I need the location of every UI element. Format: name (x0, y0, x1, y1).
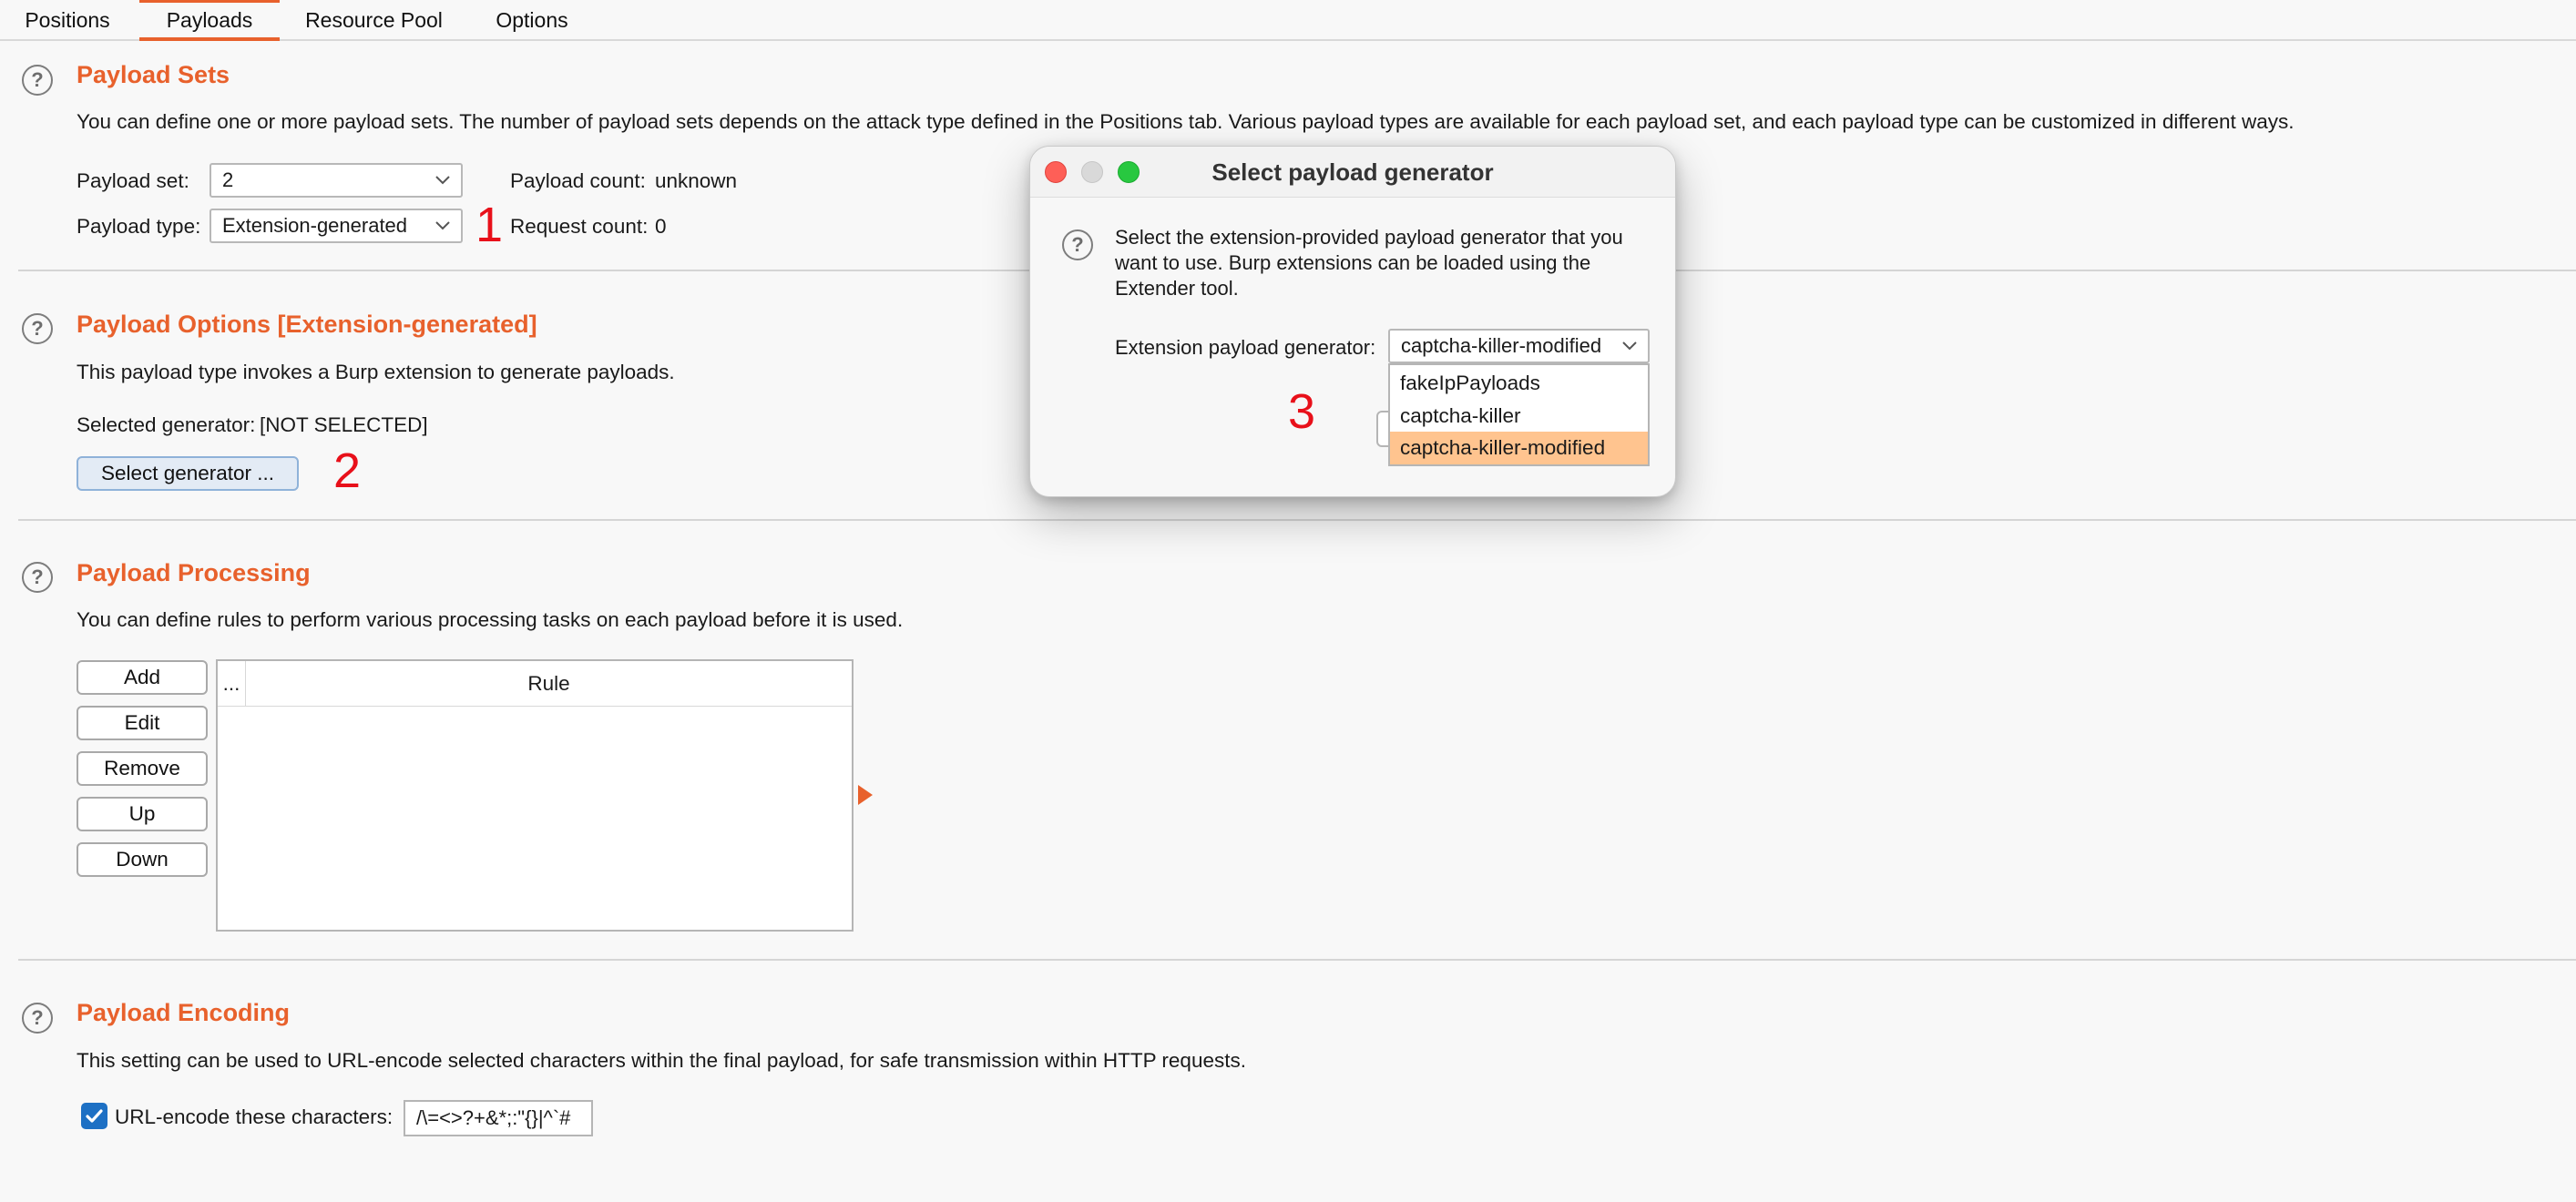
checkmark-icon (86, 1109, 103, 1123)
tab-payloads[interactable]: Payloads (139, 0, 280, 41)
payload-count-label: Payload count: (510, 169, 646, 192)
request-count-value: 0 (655, 215, 667, 238)
payload-set-label: Payload set: (77, 169, 189, 192)
column-header-rule[interactable]: Rule (246, 661, 852, 707)
payload-set-select[interactable]: 2 (210, 163, 463, 198)
url-encode-checkbox[interactable] (81, 1103, 107, 1129)
add-rule-button[interactable]: Add (77, 660, 208, 695)
divider (18, 519, 2576, 521)
payload-type-select[interactable]: Extension-generated (210, 209, 463, 243)
payload-options-description: This payload type invokes a Burp extensi… (77, 361, 675, 383)
payload-encoding-title: Payload Encoding (77, 999, 291, 1026)
rules-table[interactable]: ... Rule (216, 659, 854, 932)
help-icon[interactable]: ? (22, 1003, 53, 1034)
dialog-message: Select the extension-provided payload ge… (1115, 226, 1623, 300)
help-icon[interactable]: ? (22, 65, 53, 96)
selected-generator-value: [NOT SELECTED] (260, 413, 428, 436)
up-rule-button[interactable]: Up (77, 797, 208, 831)
select-generator-button[interactable]: Select generator ... (77, 456, 299, 491)
chevron-down-icon (435, 221, 450, 230)
chevron-down-icon (1622, 341, 1637, 351)
tab-resource-pool[interactable]: Resource Pool (299, 0, 449, 41)
tab-positions[interactable]: Positions (22, 0, 113, 41)
generator-dropdown-list: fakeIpPayloads captcha-killer captcha-ki… (1388, 363, 1650, 466)
tab-options[interactable]: Options (486, 0, 578, 41)
generator-select-value: captcha-killer-modified (1401, 334, 1602, 357)
annotation-3: 3 (1288, 384, 1316, 439)
column-header-enabled[interactable]: ... (218, 661, 246, 707)
generator-select[interactable]: captcha-killer-modified (1388, 329, 1650, 363)
payload-type-value: Extension-generated (222, 214, 408, 237)
help-icon[interactable]: ? (22, 313, 53, 344)
payload-processing-description: You can define rules to perform various … (77, 608, 904, 631)
payload-type-label: Payload type: (77, 215, 201, 238)
payload-encoding-description: This setting can be used to URL-encode s… (77, 1049, 1246, 1072)
dialog-titlebar[interactable]: Select payload generator (1030, 147, 1675, 198)
help-icon[interactable]: ? (22, 562, 53, 593)
chevron-down-icon (435, 176, 450, 185)
payload-count-value: unknown (655, 169, 738, 192)
payload-set-value: 2 (222, 168, 234, 191)
help-icon: ? (1062, 229, 1093, 260)
request-count-label: Request count: (510, 215, 649, 238)
table-header: ... Rule (218, 661, 852, 707)
tab-bar: Positions Payloads Resource Pool Options (0, 0, 2576, 41)
generator-option[interactable]: captcha-killer (1390, 400, 1648, 433)
edit-rule-button[interactable]: Edit (77, 706, 208, 740)
down-rule-button[interactable]: Down (77, 842, 208, 877)
generator-option-selected[interactable]: captcha-killer-modified (1390, 432, 1648, 464)
url-encode-chars-field[interactable]: /\=<>?+&*;:"{}|^`# (404, 1100, 593, 1136)
url-encode-label: URL-encode these characters: (115, 1105, 394, 1128)
annotation-2: 2 (333, 443, 362, 498)
payload-sets-title: Payload Sets (77, 61, 230, 88)
selected-generator-label: Selected generator: (77, 413, 256, 436)
annotation-1: 1 (475, 198, 504, 252)
remove-rule-button[interactable]: Remove (77, 751, 208, 786)
generator-option[interactable]: fakeIpPayloads (1390, 367, 1648, 400)
generator-label: Extension payload generator: (1115, 336, 1376, 359)
select-payload-generator-dialog: Select payload generator ? Select the ex… (1029, 146, 1676, 497)
payload-processing-title: Payload Processing (77, 559, 311, 586)
divider (18, 959, 2576, 961)
dialog-title: Select payload generator (1211, 158, 1494, 186)
expand-arrow-icon[interactable] (858, 785, 873, 805)
payload-options-title: Payload Options [Extension-generated] (77, 311, 537, 338)
payload-sets-description: You can define one or more payload sets.… (77, 110, 2295, 133)
